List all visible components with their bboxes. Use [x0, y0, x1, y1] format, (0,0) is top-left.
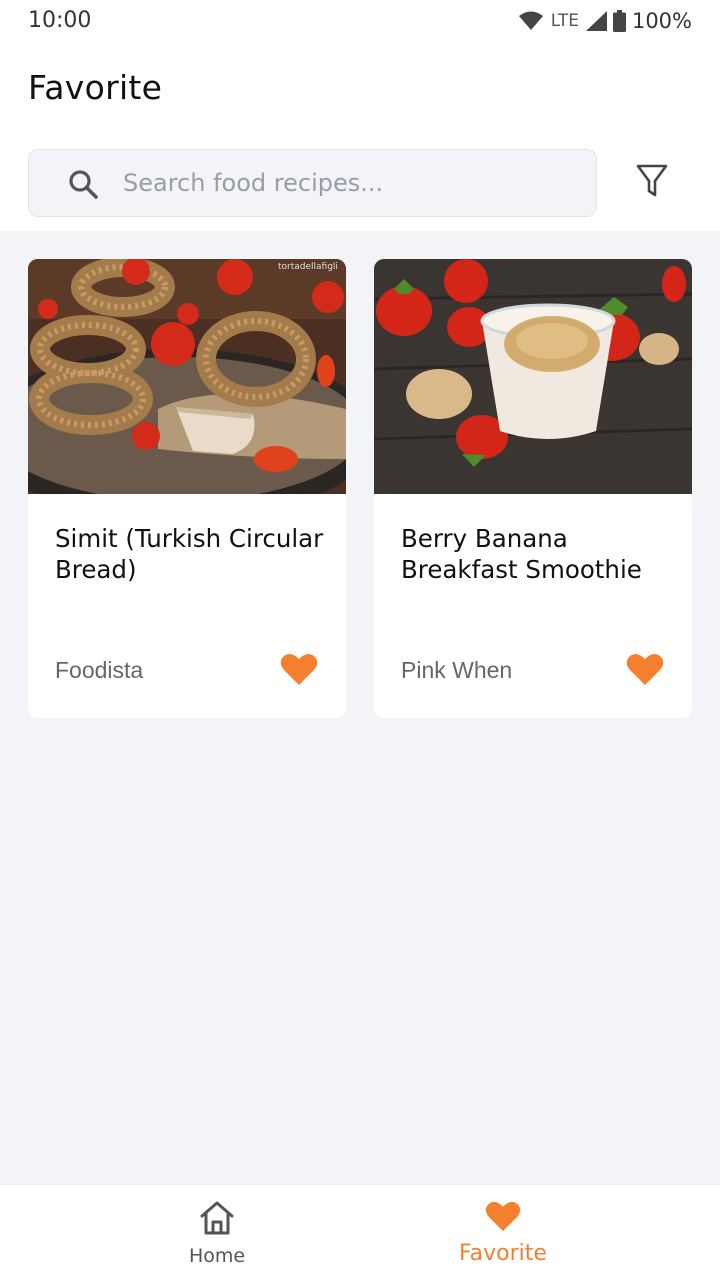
- search-input[interactable]: [123, 158, 573, 208]
- recipe-image: [374, 259, 692, 494]
- recipe-image: tortadellafigli: [28, 259, 346, 494]
- search-icon: [67, 168, 99, 200]
- recipe-source: Foodista: [55, 657, 144, 683]
- status-indicators: LTE 100%: [518, 7, 692, 35]
- filter-button[interactable]: [630, 160, 674, 206]
- signal-icon: [585, 10, 607, 32]
- wifi-icon: [518, 11, 543, 31]
- favorite-button[interactable]: [626, 652, 664, 688]
- heart-icon: [280, 653, 318, 690]
- heart-icon: [485, 1200, 521, 1237]
- recipe-source: Pink When: [401, 657, 513, 683]
- image-watermark: tortadellafigli: [278, 262, 338, 272]
- nav-label-home: Home: [188, 1244, 246, 1267]
- bottom-navigation: Home Favorite: [0, 1184, 720, 1280]
- search-bar[interactable]: [28, 149, 597, 217]
- network-type: LTE: [550, 11, 579, 31]
- status-bar: 10:00 LTE 100%: [0, 0, 720, 42]
- battery-icon: [612, 10, 626, 32]
- filter-icon: [635, 162, 669, 205]
- recipe-card[interactable]: tortadellafigli Simit (Turkish Circular …: [28, 259, 346, 718]
- recipe-title: Berry Banana Breakfast Smoothie: [401, 524, 642, 584]
- favorite-button[interactable]: [280, 652, 318, 688]
- recipe-title: Simit (Turkish Circular Bread): [55, 524, 324, 584]
- recipe-card[interactable]: Berry Banana Breakfast Smoothie Pink Whe…: [374, 259, 692, 718]
- home-icon: [198, 1200, 236, 1241]
- status-time: 10:00: [28, 8, 92, 33]
- page-title: Favorite: [28, 68, 163, 107]
- nav-item-favorite[interactable]: Favorite: [323, 1185, 683, 1280]
- heart-icon: [626, 653, 664, 690]
- battery-percent: 100%: [631, 9, 692, 33]
- nav-label-favorite: Favorite: [459, 1241, 547, 1266]
